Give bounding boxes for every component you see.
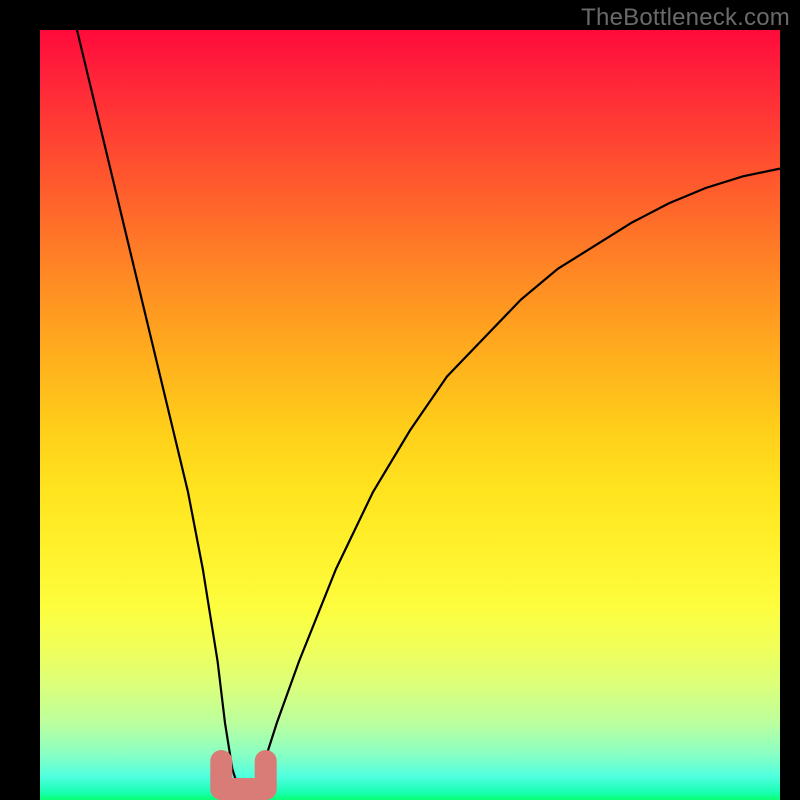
curve-layer: [40, 30, 780, 800]
watermark-text: TheBottleneck.com: [581, 4, 790, 32]
chart-frame: TheBottleneck.com: [0, 0, 800, 800]
minimum-marker: [221, 761, 265, 789]
bottleneck-curve: [77, 30, 780, 800]
plot-area: [40, 30, 780, 800]
